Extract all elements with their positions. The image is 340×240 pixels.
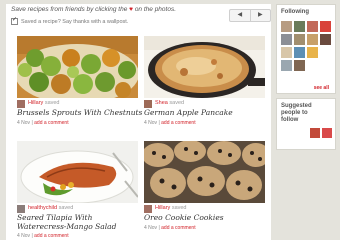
saved-notice-label: Saved a recipe? Say thanks with a wallpo… bbox=[21, 18, 129, 25]
suggested-line-2: people to bbox=[281, 110, 308, 116]
recipe-meta: 4 Nov | add a comment bbox=[17, 120, 69, 126]
pager: ◀ ▶ bbox=[229, 9, 271, 22]
avatar[interactable] bbox=[281, 21, 292, 32]
recipe-date: 4 Nov bbox=[17, 120, 31, 126]
avatar[interactable] bbox=[144, 100, 152, 108]
saver-name[interactable]: healthychild bbox=[28, 205, 57, 211]
see-all-link[interactable]: see all bbox=[314, 85, 329, 91]
avatar[interactable] bbox=[144, 205, 152, 213]
recipe-title[interactable]: Brussels Sprouts With Chestnuts bbox=[17, 108, 142, 117]
recipe-date: 4 Nov bbox=[144, 120, 158, 126]
saver-name[interactable]: Hillary bbox=[28, 100, 43, 106]
avatar[interactable] bbox=[294, 60, 305, 71]
add-comment-link[interactable]: add a comment bbox=[34, 233, 68, 239]
heart-icon: ♥ bbox=[129, 6, 133, 13]
suggested-panel: Suggested people to follow bbox=[276, 98, 336, 150]
avatar[interactable] bbox=[307, 47, 318, 58]
avatar[interactable] bbox=[307, 34, 318, 45]
saver-action: saved bbox=[58, 205, 74, 211]
suggested-heading: Suggested people to follow bbox=[281, 103, 312, 124]
recipe-title[interactable]: Oreo Cookie Cookies bbox=[144, 213, 224, 222]
add-comment-link[interactable]: add a comment bbox=[161, 225, 195, 231]
avatar[interactable] bbox=[17, 205, 25, 213]
avatar[interactable] bbox=[281, 60, 292, 71]
recipe-photo[interactable] bbox=[17, 141, 138, 203]
avatar[interactable] bbox=[320, 34, 331, 45]
saver-text: Shea saved bbox=[155, 100, 184, 106]
recipe-meta: 4 Nov | add a comment bbox=[144, 120, 196, 126]
saver-action: saved bbox=[169, 100, 185, 106]
avatar[interactable] bbox=[307, 21, 318, 32]
recipe-meta: 4 Nov | add a comment bbox=[144, 225, 196, 231]
recipe-date: 4 Nov bbox=[17, 233, 31, 239]
recipe-title-line-1[interactable]: Seared Tilapia With bbox=[17, 213, 92, 222]
recipe-title-line-2[interactable]: Waterecress-Mango Salad bbox=[17, 222, 116, 231]
add-comment-link[interactable]: add a comment bbox=[34, 120, 68, 126]
saved-notice: Saved a recipe? Say thanks with a wallpo… bbox=[11, 16, 129, 25]
checkbox[interactable] bbox=[11, 16, 18, 25]
previous-page-button[interactable]: ◀ bbox=[230, 10, 251, 21]
next-page-button[interactable]: ▶ bbox=[251, 10, 271, 21]
saver-action: saved bbox=[171, 205, 187, 211]
intro-text: Save recipes from friends by clicking th… bbox=[11, 6, 176, 13]
intro-after: on the photos. bbox=[134, 6, 177, 13]
intro-before: Save recipes from friends by clicking th… bbox=[11, 6, 128, 13]
avatar[interactable] bbox=[320, 21, 331, 32]
following-panel: Following see all bbox=[276, 4, 336, 94]
recipe-photo[interactable] bbox=[17, 36, 138, 98]
recipe-photo[interactable] bbox=[144, 36, 265, 98]
recipe-date: 4 Nov bbox=[144, 225, 158, 231]
saver-action: saved bbox=[44, 100, 60, 106]
avatar[interactable] bbox=[281, 47, 292, 58]
avatar[interactable] bbox=[322, 128, 332, 138]
suggested-line-3: follow bbox=[281, 117, 299, 123]
avatar[interactable] bbox=[294, 47, 305, 58]
suggested-line-1: Suggested bbox=[281, 103, 312, 109]
avatar[interactable] bbox=[281, 34, 292, 45]
avatar[interactable] bbox=[294, 21, 305, 32]
saver-text: healthychild saved bbox=[28, 205, 73, 211]
saver-text: Hillary saved bbox=[155, 205, 187, 211]
avatar[interactable] bbox=[17, 100, 25, 108]
avatar[interactable] bbox=[310, 128, 320, 138]
recipe-photo[interactable] bbox=[144, 141, 265, 203]
add-comment-link[interactable]: add a comment bbox=[161, 120, 195, 126]
recipe-meta: 4 Nov | add a comment bbox=[17, 233, 69, 239]
saver-name[interactable]: Hillary bbox=[155, 205, 170, 211]
saver-text: Hillary saved bbox=[28, 100, 60, 106]
recipe-title[interactable]: German Apple Pancake bbox=[144, 108, 233, 117]
following-heading: Following bbox=[281, 9, 309, 15]
saver-name[interactable]: Shea bbox=[155, 100, 168, 106]
avatar[interactable] bbox=[294, 34, 305, 45]
